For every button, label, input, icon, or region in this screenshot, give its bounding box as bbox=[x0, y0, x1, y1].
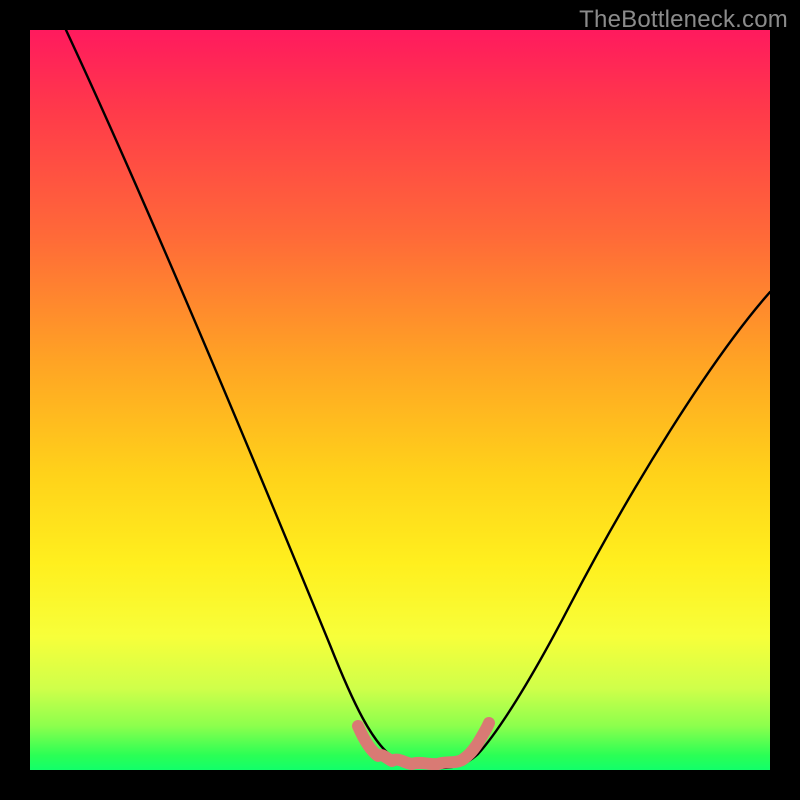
chart-frame: TheBottleneck.com bbox=[0, 0, 800, 800]
bottleneck-curve bbox=[66, 30, 770, 768]
curve-layer bbox=[30, 30, 770, 770]
plot-area bbox=[30, 30, 770, 770]
